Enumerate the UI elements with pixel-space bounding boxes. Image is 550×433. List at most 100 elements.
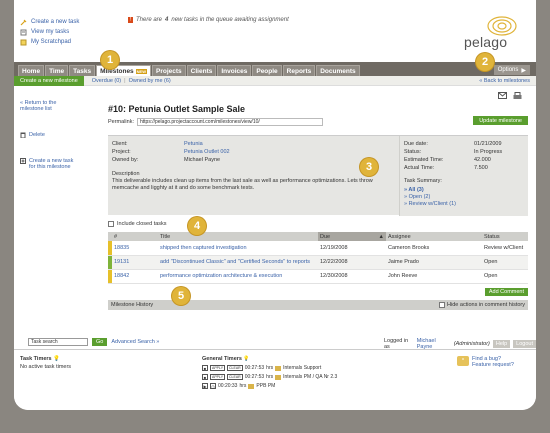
feedback-link[interactable]: “ Find a bug? Feature request? (457, 356, 514, 368)
owner-value: Michael Payne (184, 157, 221, 163)
no-task-timers: No active task timers (20, 364, 72, 370)
print-icon[interactable] (513, 92, 522, 102)
permalink-label: Permalink: (108, 119, 134, 125)
help-button[interactable]: Help (492, 340, 511, 348)
marker-4: 4 (188, 217, 206, 235)
stop-icon[interactable]: ■ (202, 374, 208, 380)
add-comment-button[interactable]: Add Comment (484, 288, 528, 296)
tab-tasks[interactable]: Tasks (69, 65, 96, 76)
due-label: Due date: (404, 141, 428, 147)
table-header: # Title Due ▲ Assignee Status (108, 232, 528, 241)
update-milestone-button[interactable]: Update milestone (473, 116, 528, 125)
task-search-input[interactable]: Task search (28, 338, 88, 346)
header-due-label: Due (320, 233, 331, 240)
sort-desc-icon: ▲ (378, 233, 384, 240)
email-icon[interactable] (498, 92, 507, 102)
create-task-for-milestone-link[interactable]: Create a new task for this milestone (20, 158, 80, 170)
summary-review-link[interactable]: » Review w/Client (1) (404, 201, 456, 207)
play-icon[interactable]: ▶ (202, 383, 208, 389)
sidebar: « Return to the milestone list Delete Cr… (20, 100, 80, 190)
return-link[interactable]: « Return to the milestone list (20, 100, 80, 112)
history-label: Milestone History (111, 302, 154, 308)
timer-time: 00:27:53 (244, 365, 265, 371)
clear-tag[interactable]: CLEAR (227, 374, 243, 380)
tab-people[interactable]: People (252, 65, 282, 76)
tab-projects[interactable]: Projects (152, 65, 186, 76)
view-tasks-link[interactable]: View my tasks (20, 27, 79, 37)
tab-time[interactable]: Time (45, 65, 69, 76)
advanced-search-link[interactable]: Advanced Search » (111, 339, 159, 345)
header-id[interactable]: # (112, 232, 158, 241)
overdue-filter[interactable]: Overdue (0) (92, 78, 121, 84)
hide-actions-toggle[interactable]: Hide actions in comment history (439, 302, 525, 308)
stop-icon[interactable]: ■ (202, 365, 208, 371)
include-closed-checkbox[interactable] (108, 221, 114, 227)
delete-link[interactable]: Delete (20, 132, 80, 139)
scratchpad-link[interactable]: My Scratchpad (20, 37, 79, 47)
quick-links: Create a new task View my tasks My Scrat… (20, 17, 79, 47)
summary-all-link[interactable]: » All (3) (404, 187, 424, 193)
folder-icon (275, 365, 282, 371)
task-title-link[interactable]: shipped then captured investigation (158, 241, 318, 256)
permalink-field[interactable]: https://pelago.projectaccount.com/milest… (136, 118, 323, 126)
milestone-details: Client: Petunia Project: Petunia Outlet … (108, 135, 528, 216)
options-button[interactable]: Options ▶ (493, 65, 530, 75)
trash-icon (20, 132, 26, 139)
table-row[interactable]: 19131 add "Discontinued Classic" and "Ce… (108, 255, 528, 270)
task-id-link[interactable]: 18835 (112, 241, 158, 256)
clear-tag[interactable]: CLEAR (227, 365, 243, 371)
timer-label: Internals Support (283, 365, 322, 371)
milestone-history-bar[interactable]: Milestone History Hide actions in commen… (108, 300, 528, 310)
header-due[interactable]: Due ▲ (318, 232, 386, 241)
tab-reports[interactable]: Reports (282, 65, 316, 76)
header-status[interactable]: Status (482, 232, 528, 241)
marker-1: 1 (101, 51, 119, 69)
task-id-link[interactable]: 19131 (112, 255, 158, 270)
apply-tag[interactable]: APPLY (210, 365, 226, 371)
permalink-row: Permalink: https://pelago.projectaccount… (108, 118, 323, 126)
folder-icon (248, 383, 255, 389)
owned-by-label: Owned by: (112, 157, 139, 163)
table-row[interactable]: 18842 performance optimization architect… (108, 269, 528, 284)
timer-row[interactable]: ■ APPLY CLEAR 00:27:53 hrs Internals Sup… (202, 365, 337, 371)
task-title-link[interactable]: add "Discontinued Classic" and "Certifie… (158, 255, 318, 270)
logout-button[interactable]: Logout (513, 340, 536, 348)
timer-row[interactable]: ■ APPLY CLEAR 00:27:53 hrs Internals PM … (202, 374, 337, 380)
view-tasks-label: View my tasks (31, 29, 70, 35)
tab-clients[interactable]: Clients (186, 65, 217, 76)
alert-icon: ! (128, 17, 133, 23)
task-assignee: Cameron Brooks (386, 241, 482, 256)
timer-row[interactable]: ▶ ◷ 00:20:33 hrs PPB PM (202, 383, 337, 389)
create-milestone-button[interactable]: Create a new milestone (14, 75, 84, 86)
owned-filter[interactable]: Owned by me (6) (129, 78, 171, 84)
header-title[interactable]: Title (158, 232, 318, 241)
apply-tag[interactable]: APPLY (210, 374, 226, 380)
queue-notice[interactable]: ! There are 4 new tasks in the queue awa… (128, 17, 289, 23)
description-text: This deliverable includes clean up items… (112, 178, 373, 191)
hide-actions-checkbox[interactable] (439, 302, 446, 308)
header-assignee[interactable]: Assignee (386, 232, 482, 241)
tasks-icon (20, 29, 27, 36)
client-link[interactable]: Petunia (184, 141, 203, 147)
task-id-link[interactable]: 18842 (112, 269, 158, 284)
task-due: 12/19/2008 (318, 241, 386, 256)
task-status: Open (482, 269, 528, 284)
notice-count: 4 (165, 17, 169, 23)
tab-milestones-label: Milestones (100, 67, 134, 75)
timer-label: Internals PM / QA Nr 2.3 (283, 374, 338, 380)
table-row[interactable]: 18835 shipped then captured investigatio… (108, 241, 528, 256)
project-link[interactable]: Petunia Outlet 002 (184, 149, 230, 155)
search-go-button[interactable]: Go (92, 338, 108, 346)
include-closed-toggle[interactable]: Include closed tasks (108, 221, 167, 227)
folder-icon (275, 374, 282, 380)
summary-open-link[interactable]: » Open (2) (404, 194, 430, 200)
back-to-milestones-link[interactable]: « Back to milestones (479, 78, 530, 84)
estimated-label: Estimated Time: (404, 157, 444, 163)
task-title-link[interactable]: performance optimization architecture & … (158, 269, 318, 284)
logged-in-role: (Administrator) (453, 341, 490, 347)
actual-label: Actual Time: (404, 165, 435, 171)
tab-invoices[interactable]: Invoices (217, 65, 252, 76)
tab-home[interactable]: Home (18, 65, 45, 76)
create-task-link[interactable]: Create a new task (20, 17, 79, 27)
tab-documents[interactable]: Documents (316, 65, 360, 76)
